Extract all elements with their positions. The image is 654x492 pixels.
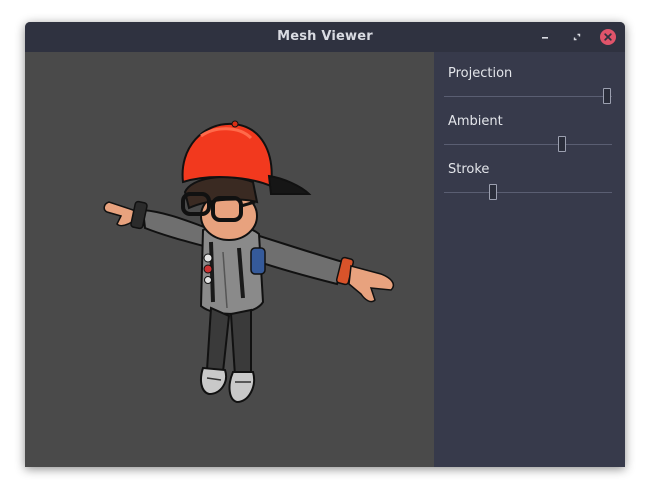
character-model: [103, 120, 395, 404]
ambient-slider[interactable]: [444, 136, 612, 152]
close-button[interactable]: [600, 29, 616, 45]
stroke-slider[interactable]: [444, 184, 612, 200]
ambient-slider-thumb[interactable]: [558, 136, 566, 152]
controls-panel: Projection Ambient Stroke: [434, 52, 625, 467]
stroke-slider-thumb[interactable]: [489, 184, 497, 200]
title-bar[interactable]: Mesh Viewer: [25, 22, 625, 52]
projection-label: Projection: [448, 66, 513, 81]
projection-slider-thumb[interactable]: [603, 88, 611, 104]
minimize-button[interactable]: [537, 29, 553, 45]
window-title: Mesh Viewer: [277, 29, 373, 44]
3d-viewport[interactable]: [25, 52, 434, 467]
mesh-viewer-window: Mesh Viewer Projection Ambient Stroke: [25, 22, 625, 467]
close-icon: [604, 33, 612, 41]
maximize-button[interactable]: [569, 29, 585, 45]
projection-slider[interactable]: [444, 88, 612, 104]
restore-icon: [573, 33, 581, 41]
ambient-label: Ambient: [448, 114, 503, 129]
minimize-icon: [542, 37, 548, 39]
stroke-label: Stroke: [448, 162, 490, 177]
